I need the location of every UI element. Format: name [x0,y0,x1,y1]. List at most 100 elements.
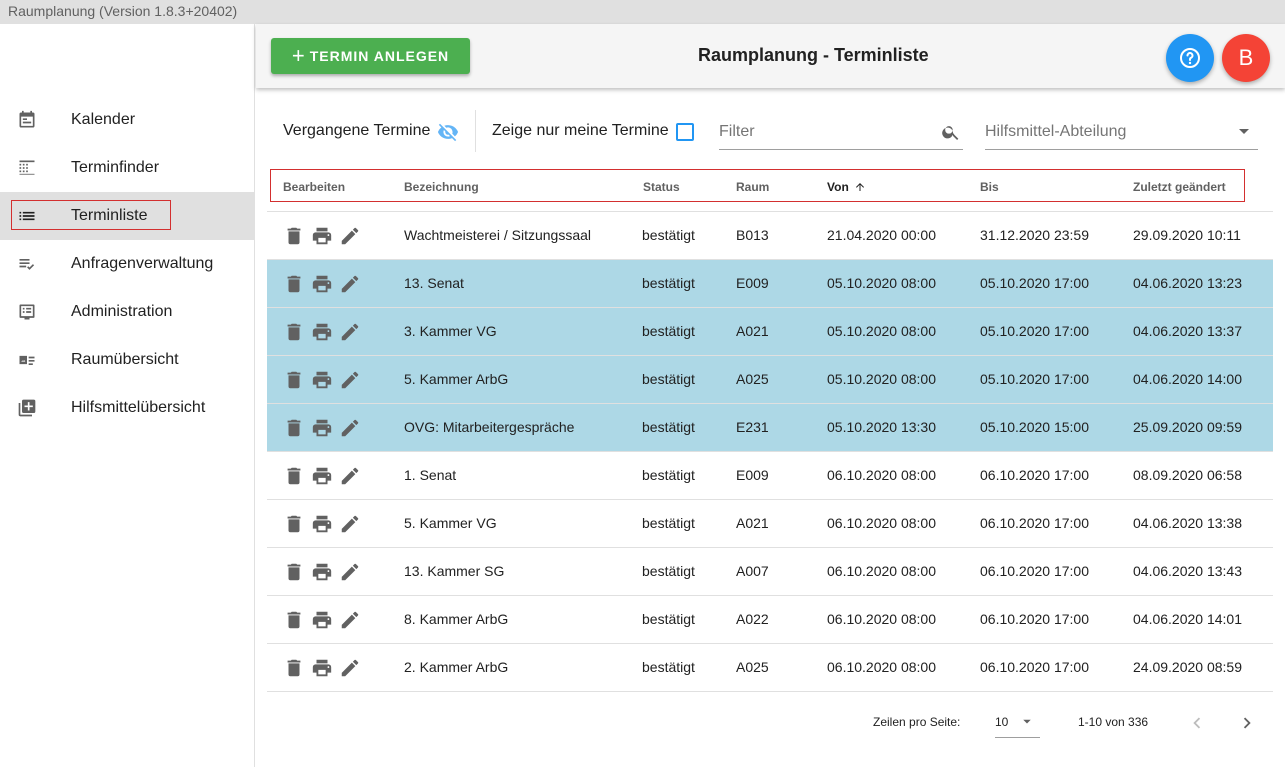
department-select[interactable]: Hilfsmittel-Abteilung [985,116,1258,150]
sidebar-item-hilfsmitteluebersicht[interactable]: Hilfsmittelübersicht [0,384,254,432]
table-row[interactable]: 3. Kammer VG bestätigt A021 05.10.2020 08:0… [267,308,1273,356]
sidebar-item-label: Hilfsmittelübersicht [71,399,206,416]
print-icon[interactable] [311,369,333,391]
cell-zuletzt-geaendert: 04.06.2020 13:23 [1133,275,1242,291]
edit-icon[interactable] [339,369,361,391]
chevron-right-icon[interactable] [1236,712,1258,734]
sidebar-item-administration[interactable]: Administration [0,288,254,336]
print-icon[interactable] [311,225,333,247]
rows-per-page-label: Zeilen pro Seite: [873,715,961,729]
table-row[interactable]: Wachtmeisterei / Sitzungssaal bestätigt B0… [267,212,1273,260]
app-header: + TERMIN ANLEGEN Raumplanung - Terminlis… [256,24,1285,88]
cell-von: 05.10.2020 08:00 [827,371,936,387]
delete-icon[interactable] [283,657,305,679]
cell-status: bestätigt [642,275,695,291]
col-bezeichnung[interactable]: Bezeichnung [404,180,479,194]
print-icon[interactable] [311,657,333,679]
col-raum[interactable]: Raum [736,180,769,194]
cell-status: bestätigt [642,419,695,435]
admin-list-icon [19,304,35,320]
only-mine-checkbox[interactable] [676,123,694,141]
delete-icon[interactable] [283,609,305,631]
rows-per-page-select[interactable]: 10 [995,706,1040,738]
table-row[interactable]: 1. Senat bestätigt E009 06.10.2020 08:00 06.… [267,452,1273,500]
delete-icon[interactable] [283,561,305,583]
print-icon[interactable] [311,609,333,631]
delete-icon[interactable] [283,417,305,439]
filter-placeholder: Filter [719,123,755,140]
cell-von: 06.10.2020 08:00 [827,515,936,531]
edit-icon[interactable] [339,465,361,487]
add-appointment-button[interactable]: + TERMIN ANLEGEN [271,38,470,74]
chevron-left-icon[interactable] [1186,712,1208,734]
table-row[interactable]: 2. Kammer ArbG bestätigt A025 06.10.2020 08… [267,644,1273,692]
cell-zuletzt-geaendert: 08.09.2020 06:58 [1133,467,1242,483]
table-row[interactable]: 5. Kammer VG bestätigt A021 06.10.2020 08:0… [267,500,1273,548]
search-icon[interactable] [941,122,961,142]
edit-icon[interactable] [339,513,361,535]
delete-icon[interactable] [283,273,305,295]
sidebar-item-kalender[interactable]: Kalender [0,96,254,144]
table-row[interactable]: OVG: Mitarbeitergespräche bestätigt E231 05… [267,404,1273,452]
edit-icon[interactable] [339,609,361,631]
print-icon[interactable] [311,273,333,295]
col-status[interactable]: Status [643,180,680,194]
plus-icon: + [291,43,306,68]
col-bis[interactable]: Bis [980,180,999,194]
table-row[interactable]: 13. Kammer SG bestätigt A007 06.10.2020 08:… [267,548,1273,596]
delete-icon[interactable] [283,321,305,343]
edit-icon[interactable] [339,225,361,247]
table-row[interactable]: 5. Kammer ArbG bestätigt A025 05.10.2020 08… [267,356,1273,404]
cell-von: 05.10.2020 13:30 [827,419,936,435]
cell-raum: B013 [736,227,769,243]
arrow-up-icon [856,183,865,191]
cell-bezeichnung: OVG: Mitarbeitergespräche [404,419,575,435]
filter-input[interactable]: Filter [719,116,963,150]
delete-icon[interactable] [283,465,305,487]
print-icon[interactable] [311,465,333,487]
cell-bis: 05.10.2020 17:00 [980,371,1089,387]
sidebar-item-anfragenverwaltung[interactable]: Anfragenverwaltung [0,240,254,288]
page-title: Raumplanung - Terminliste [698,45,929,65]
cell-status: bestätigt [642,371,695,387]
table-row[interactable]: 8. Kammer ArbG bestätigt A022 06.10.2020 08… [267,596,1273,644]
past-appointments-label: Vergangene Termine [283,122,431,139]
user-avatar-button[interactable]: B [1222,34,1270,82]
edit-icon[interactable] [339,561,361,583]
print-icon[interactable] [311,417,333,439]
add-appointment-label: TERMIN ANLEGEN [309,48,450,64]
eye-off-icon[interactable] [436,121,460,143]
col-von[interactable]: Von [827,180,866,194]
cell-raum: A025 [736,371,769,387]
print-icon[interactable] [311,321,333,343]
table-row[interactable]: 13. Senat bestätigt E009 05.10.2020 08:00 05… [267,260,1273,308]
col-bearbeiten: Bearbeiten [283,180,346,194]
cell-status: bestätigt [642,515,695,531]
cell-bis: 05.10.2020 17:00 [980,275,1089,291]
edit-icon[interactable] [339,321,361,343]
edit-icon[interactable] [339,273,361,295]
col-zuletzt-geaendert[interactable]: Zuletzt geändert [1133,180,1226,194]
cell-status: bestätigt [642,563,695,579]
delete-icon[interactable] [283,369,305,391]
help-button[interactable] [1166,34,1214,82]
list-icon [19,211,35,221]
cell-bis: 06.10.2020 17:00 [980,467,1089,483]
cell-bis: 06.10.2020 17:00 [980,611,1089,627]
sidebar-item-terminfinder[interactable]: Terminfinder [0,144,254,192]
cell-bezeichnung: 8. Kammer ArbG [404,611,509,627]
cell-von: 06.10.2020 08:00 [827,467,936,483]
edit-icon[interactable] [339,417,361,439]
cell-raum: A021 [736,323,769,339]
delete-icon[interactable] [283,513,305,535]
cell-bis: 05.10.2020 15:00 [980,419,1089,435]
print-icon[interactable] [311,513,333,535]
cell-bis: 06.10.2020 17:00 [980,563,1089,579]
cell-raum: A022 [736,611,769,627]
edit-icon[interactable] [339,657,361,679]
print-icon[interactable] [311,561,333,583]
filter-divider [475,110,476,152]
sidebar-item-terminliste[interactable]: Terminliste [0,192,254,240]
delete-icon[interactable] [283,225,305,247]
sidebar-item-raumuebersicht[interactable]: Raumübersicht [0,336,254,384]
